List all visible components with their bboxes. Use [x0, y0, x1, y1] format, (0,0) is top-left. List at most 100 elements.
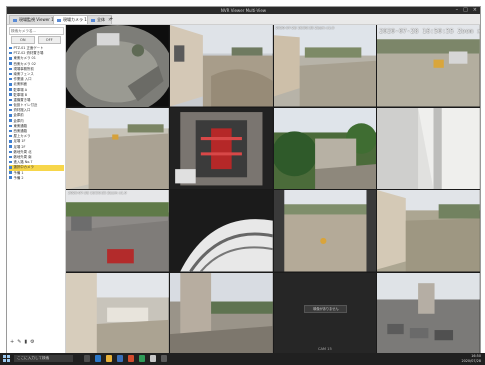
no-video-button[interactable]: 映像がありません — [304, 305, 348, 314]
camera-search-input[interactable]: 検索カメラ名... — [9, 27, 64, 35]
tab-viewer[interactable]: 現場監視 Viewer 1× — [9, 15, 59, 24]
camera-tree-label: 予備 2 — [13, 175, 24, 180]
camera-osd: 2020-07-28 16:50:35 Zoom x1.0 — [68, 191, 127, 195]
app-icon[interactable] — [139, 355, 145, 362]
camera-icon — [57, 18, 61, 22]
delete-icon[interactable]: ▮ — [24, 339, 27, 345]
camera-tile[interactable] — [169, 190, 273, 272]
camera-tree-label: 倉庫前 — [13, 113, 24, 118]
camera-sidebar: 検索カメラ名... ON OFF PTZ-01 正面ゲート PTZ-02 資材置き… — [7, 25, 66, 354]
camera-tree-label: 作業道 入口 — [13, 77, 32, 82]
camera-tree-label: 進入路 No.7 — [13, 160, 33, 165]
camera-tile[interactable] — [169, 25, 273, 107]
camera-icon — [9, 62, 12, 65]
new-tab-button[interactable]: + — [106, 15, 117, 23]
minimize-icon[interactable]: – — [456, 7, 459, 14]
camera-icon — [9, 119, 12, 122]
camera-icon — [9, 103, 12, 107]
camera-tree-label: 屋上カメラ — [13, 134, 31, 139]
camera-icon — [9, 57, 12, 60]
app-icon[interactable] — [161, 355, 167, 362]
camera-tile[interactable]: 2020-07-28 16:50:35 Zoom x1.0 — [273, 25, 377, 107]
camera-tile[interactable]: 2020-07-28 16:50:35 Zoom x1.0 — [377, 25, 480, 107]
camera-tree-label: 重機置き場 — [13, 97, 31, 102]
camera-tree-label: 資材搬入口 — [13, 108, 31, 113]
camera-tree-label: 駐車場 A — [13, 87, 28, 92]
camera-icon — [9, 83, 12, 86]
store-icon[interactable] — [117, 355, 123, 362]
on-button[interactable]: ON — [11, 36, 35, 44]
tile-label: CAM 15 — [317, 347, 332, 351]
camera-icon — [9, 155, 12, 159]
off-button[interactable]: OFF — [37, 36, 61, 44]
camera-tree-label: 西側通路 — [13, 129, 28, 133]
camera-tree-label: 駐車場 B — [13, 92, 28, 97]
camera-tile[interactable] — [169, 272, 273, 354]
edit-icon[interactable]: ✎ — [17, 339, 21, 345]
add-icon[interactable]: + — [10, 339, 14, 345]
camera-icon — [91, 18, 95, 22]
camera-tile[interactable] — [273, 190, 377, 272]
camera-icon — [9, 98, 12, 102]
app-icon[interactable] — [150, 355, 156, 362]
camera-icon — [9, 134, 12, 138]
start-icon[interactable] — [3, 355, 10, 362]
camera-osd: 2020-07-28 16:50:35 Zoom x1.0 — [275, 26, 335, 30]
camera-tile[interactable] — [66, 107, 169, 189]
window-title: NVR Viewer Multi-View — [220, 8, 267, 13]
camera-icon — [9, 124, 12, 127]
camera-tile[interactable]: 2020-07-28 16:50:35 Zoom x1.0 — [66, 190, 169, 272]
camera-tile[interactable] — [66, 272, 169, 354]
maximize-icon[interactable]: □ — [463, 7, 468, 14]
camera-icon — [9, 140, 12, 143]
camera-tree-label: 仮設トイレ付近 — [13, 103, 38, 108]
settings-icon[interactable]: ⚙ — [30, 339, 34, 345]
app-icon[interactable] — [128, 355, 134, 362]
camera-tree: PTZ-01 正面ゲート PTZ-02 資材置き場 東側カメラ 01 西側カメラ 02… — [9, 46, 64, 181]
camera-icon — [9, 171, 12, 174]
camera-tile[interactable] — [273, 107, 377, 189]
title-bar: NVR Viewer Multi-View – □ × — [7, 7, 480, 14]
camera-tree-label: 南側フェンス — [13, 71, 34, 76]
video-grid: 2020-07-28 16:50:35 Zoom x1.0 2020-07-28… — [66, 25, 480, 354]
camera-tree-label: 東側通路 — [13, 123, 28, 128]
folder-icon[interactable] — [106, 355, 112, 362]
camera-tile[interactable] — [169, 107, 273, 189]
camera-tree-item[interactable]: 予備 2 — [9, 176, 64, 181]
camera-icon — [9, 51, 12, 55]
camera-icon — [9, 109, 12, 112]
camera-tile[interactable] — [377, 107, 480, 189]
edge-icon[interactable] — [95, 355, 101, 362]
camera-icon — [9, 93, 12, 96]
camera-icon — [9, 72, 12, 76]
camera-icon — [9, 77, 12, 81]
camera-tile[interactable] — [66, 25, 169, 107]
camera-tile[interactable] — [377, 272, 480, 354]
camera-tree-label: 倉庫内 — [13, 118, 24, 123]
camera-tree-label: 敷地外周 南 — [13, 154, 32, 159]
camera-tree-label: PTZ-02 資材置き場 — [13, 51, 44, 56]
camera-icon — [9, 46, 12, 50]
close-icon[interactable]: × — [473, 7, 477, 14]
taskbar: ここに入力して検索 16:50 2020/07/28 — [0, 353, 485, 365]
camera-tree-label: 現場事務所前 — [13, 66, 34, 71]
camera-tree-label: 北側斜面 — [13, 82, 28, 87]
camera-icon — [9, 88, 12, 91]
camera-tree-label: 選択中カメラ — [13, 165, 34, 170]
task-view-icon[interactable] — [84, 355, 90, 362]
taskbar-search-input[interactable]: ここに入力して検索 — [14, 355, 73, 362]
camera-tile[interactable] — [377, 190, 480, 272]
camera-tree-label: 東側カメラ 01 — [13, 56, 36, 61]
camera-icon — [9, 67, 12, 70]
camera-tree-label: 足場 2F — [13, 144, 26, 149]
camera-icon — [9, 176, 12, 179]
camera-icon — [9, 129, 12, 133]
camera-icon — [9, 160, 12, 164]
camera-tile-empty[interactable]: 映像がありません CAM 15 — [273, 272, 377, 354]
camera-icon — [9, 150, 12, 153]
system-tray[interactable]: 16:50 2020/07/28 — [461, 354, 481, 364]
camera-icon — [9, 145, 12, 148]
camera-osd: 2020-07-28 16:50:35 Zoom x1.0 — [379, 27, 480, 35]
camera-icon — [9, 114, 12, 117]
camera-icon — [13, 18, 17, 22]
